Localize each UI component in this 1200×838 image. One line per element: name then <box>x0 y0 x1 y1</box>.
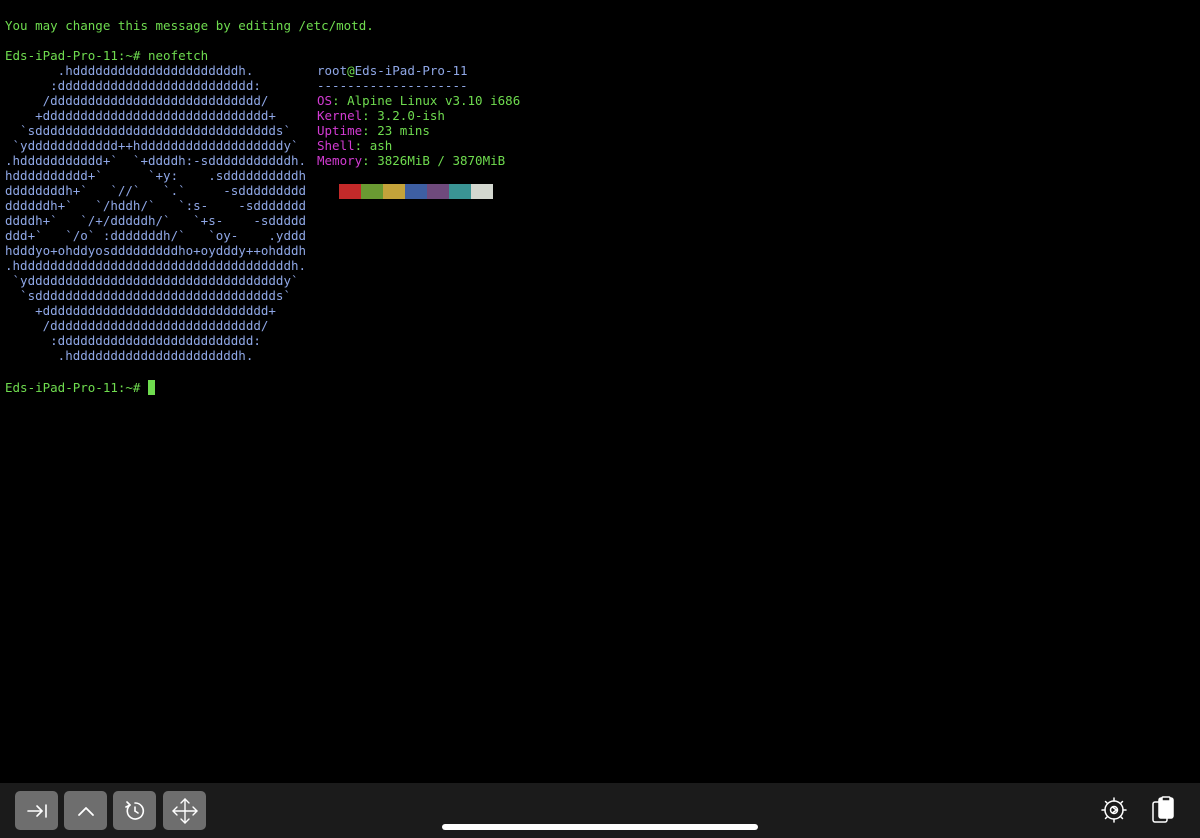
alpine-ascii-logo: .hddddddddddddddddddddddh. :dddddddddddd… <box>5 63 306 363</box>
info-colon: : <box>362 153 378 168</box>
settings-button[interactable] <box>1099 796 1129 826</box>
ascii-logo-line: `sdddddddddddddddddddddddddddddddds` <box>5 288 291 303</box>
gear-icon <box>1101 796 1127 826</box>
move-arrows-icon <box>171 797 199 825</box>
info-key: OS <box>317 93 333 108</box>
ascii-logo-line: `sdddddddddddddddddddddddddddddddds` <box>5 123 291 138</box>
ascii-logo-line: ddd+` `/o` :dddddddh/` `oy- .yddd <box>5 228 307 243</box>
color-swatch <box>471 184 493 199</box>
info-key: Kernel <box>317 108 363 123</box>
motd-message: You may change this message by editing /… <box>5 18 374 33</box>
chevron-up-icon <box>76 804 96 818</box>
keyboard-toolbar <box>0 783 1200 838</box>
info-value: ash <box>369 138 393 153</box>
info-row: Memory: 3826MiB / 3870MiB <box>317 153 520 168</box>
terminal-screen[interactable]: You may change this message by editing /… <box>0 0 1200 838</box>
color-swatch <box>339 184 361 199</box>
color-palette <box>339 184 493 199</box>
info-row: OS: Alpine Linux v3.10 i686 <box>317 93 520 108</box>
ascii-logo-line: ddddh+` `/+/dddddh/` `+s- -sddddd <box>5 213 307 228</box>
prompt: Eds-iPad-Pro-11:~# <box>5 48 141 63</box>
info-value: 3.2.0-ish <box>377 108 445 123</box>
ascii-logo-line: :dddddddddddddddddddddddddd: <box>5 78 261 93</box>
info-colon: : <box>362 123 378 138</box>
final-prompt: Eds-iPad-Pro-11:~# <box>5 380 141 395</box>
ascii-logo-line: `yddddddddddddddddddddddddddddddddddy` <box>5 273 299 288</box>
info-rows: OS: Alpine Linux v3.10 i686 Kernel: 3.2.0… <box>317 93 520 168</box>
ascii-logo-line: .hddddddddddddddddddddddh. <box>5 63 254 78</box>
info-colon: : <box>362 108 378 123</box>
info-colon: : <box>332 93 348 108</box>
username: root <box>317 63 348 78</box>
tab-arrow-icon <box>26 803 48 819</box>
ascii-logo-line: /dddddddddddddddddddddddddddd/ <box>5 93 269 108</box>
ascii-logo-line: +dddddddddddddddddddddddddddddd+ <box>5 303 276 318</box>
color-swatch <box>405 184 427 199</box>
ascii-logo-line: ddddddddh+` `//` `.` -sddddddddd <box>5 183 307 198</box>
command-line: Eds-iPad-Pro-11:~# neofetch <box>5 48 208 63</box>
ascii-logo-line: /dddddddddddddddddddddddddddd/ <box>5 318 269 333</box>
paste-icon <box>1151 795 1175 827</box>
home-indicator[interactable] <box>442 824 758 830</box>
info-row: Kernel: 3.2.0-ish <box>317 108 520 123</box>
text-cursor <box>148 380 155 395</box>
ascii-logo-line: hdddddddddd+` `+y: .sddddddddddh <box>5 168 307 183</box>
ascii-logo-line: .hddddddddddd+` `+ddddh:-sdddddddddddh. <box>5 153 307 168</box>
color-swatch <box>361 184 383 199</box>
tab-key-button[interactable] <box>15 791 58 830</box>
info-row: Shell: ash <box>317 138 520 153</box>
info-value: 3826MiB / 3870MiB <box>377 153 506 168</box>
color-swatch <box>383 184 405 199</box>
system-info: root@Eds-iPad-Pro-11 -------------------… <box>317 63 520 168</box>
color-swatch <box>427 184 449 199</box>
final-prompt-line[interactable]: Eds-iPad-Pro-11:~# <box>5 380 155 395</box>
ascii-logo-line: .hddddddddddddddddddddddh. <box>5 348 254 363</box>
ascii-logo-line: .hddddddddddddddddddddddddddddddddddddh. <box>5 258 307 273</box>
ascii-logo-line: ddddddh+` `/hddh/` `:s- -sddddddd <box>5 198 307 213</box>
hostname: Eds-iPad-Pro-11 <box>354 63 468 78</box>
ascii-logo-line: :dddddddddddddddddddddddddd: <box>5 333 261 348</box>
rotate-icon <box>124 800 146 822</box>
escape-key-button[interactable] <box>113 791 156 830</box>
info-value: 23 mins <box>377 123 430 138</box>
info-colon: : <box>354 138 370 153</box>
control-key-button[interactable] <box>64 791 107 830</box>
ascii-logo-line: +dddddddddddddddddddddddddddddd+ <box>5 108 276 123</box>
info-key: Shell <box>317 138 355 153</box>
at-sign: @ <box>347 63 355 78</box>
user-host-line: root@Eds-iPad-Pro-11 <box>317 63 520 78</box>
color-swatch <box>449 184 471 199</box>
ascii-logo-line: hdddyo+ohddyosdddddddddho+oydddy++ohdddh <box>5 243 307 258</box>
command-text: neofetch <box>148 48 209 63</box>
info-row: Uptime: 23 mins <box>317 123 520 138</box>
info-value: Alpine Linux v3.10 i686 <box>347 93 521 108</box>
paste-button[interactable] <box>1148 795 1178 827</box>
arrow-keys-button[interactable] <box>163 791 206 830</box>
ascii-logo-line: `ydddddddddddd++hdddddddddddddddddddy` <box>5 138 299 153</box>
info-separator: -------------------- <box>317 78 468 93</box>
info-key: Memory <box>317 153 363 168</box>
info-key: Uptime <box>317 123 363 138</box>
